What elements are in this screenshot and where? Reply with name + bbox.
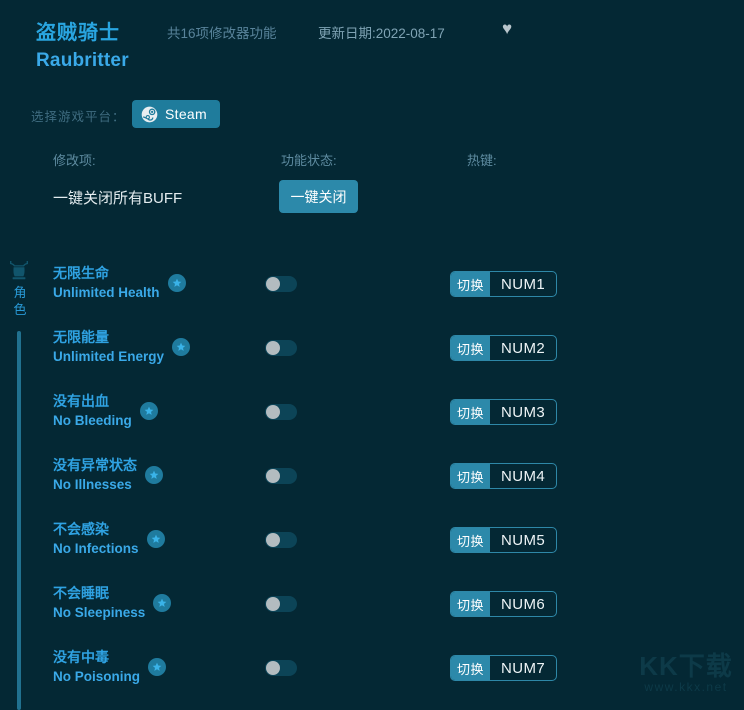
game-title-cn: 盗贼骑士 [36,22,120,44]
hotkey-key-label: NUM2 [501,339,546,357]
hotkey-key-label: NUM6 [501,595,546,613]
hotkey-action-label: 切换 [451,336,491,360]
cheat-toggle[interactable] [265,404,297,420]
hotkey-button[interactable]: 切换 NUM5 [450,527,558,553]
cheat-label-en: Unlimited Health [53,285,160,300]
cheat-label-group: 不会感染 No Infections [53,520,139,558]
hotkey-key-label: NUM3 [501,403,546,421]
cheat-label-cn: 没有异常状态 [53,457,137,473]
cheat-toggle[interactable] [265,532,297,548]
game-title-en: Raubritter [36,50,129,71]
toggle-knob [266,533,280,547]
column-header-hotkey: 热键: [467,153,497,168]
column-header-modify: 修改项: [53,153,96,168]
column-header-status: 功能状态: [281,153,337,168]
favorite-star-icon[interactable] [139,402,158,420]
cheat-label-cn: 不会感染 [53,521,109,537]
favorite-star-icon[interactable] [167,274,186,292]
favorite-star-icon[interactable] [172,338,191,356]
cheat-label-cn: 无限能量 [53,329,109,345]
table-row: 没有出血 No Bleeding 切换 NUM3 [0,383,744,447]
table-row: 不会感染 No Infections 切换 NUM5 [0,511,744,575]
steam-label: Steam [165,106,207,122]
disable-all-buffs-label: 一键关闭所有BUFF [53,190,183,207]
hotkey-key-label: NUM4 [501,467,546,485]
update-date: 更新日期:2022-08-17 [318,26,445,41]
platform-select-label: 选择游戏平台： [31,110,126,124]
table-row: 无限生命 Unlimited Health 切换 NUM1 [0,255,744,319]
hotkey-key-label: NUM5 [501,531,546,549]
hotkey-action-label: 切换 [451,464,491,488]
cheat-label-group: 不会睡眠 No Sleepiness [53,584,145,622]
toggle-knob [266,405,280,419]
cheat-label-cn: 不会睡眠 [53,585,109,601]
table-row: 没有异常状态 No Illnesses 切换 NUM4 [0,447,744,511]
heart-icon[interactable]: ♥ [498,20,516,38]
cheat-toggle[interactable] [265,660,297,676]
app-header: 盗贼骑士 Raubritter 共16项修改器功能 更新日期:2022-08-1… [0,0,744,88]
hotkey-key-label: NUM1 [501,275,546,293]
cheat-toggle[interactable] [265,596,297,612]
hotkey-action-label: 切换 [451,528,491,552]
cheat-label-en: Unlimited Energy [53,349,165,364]
cheat-label-cn: 没有出血 [53,393,109,409]
hotkey-button[interactable]: 切换 NUM1 [450,271,558,297]
cheat-toggle[interactable] [265,468,297,484]
hotkey-action-label: 切换 [451,592,491,616]
favorite-star-icon[interactable] [153,594,172,612]
hotkey-button[interactable]: 切换 NUM2 [450,335,558,361]
cheat-label-en: No Infections [53,541,139,556]
toggle-knob [266,277,280,291]
table-row: 无限能量 Unlimited Energy 切换 NUM2 [0,319,744,383]
favorite-star-icon[interactable] [145,466,163,484]
toggle-knob [266,597,280,611]
cheat-label-en: No Bleeding [53,413,132,428]
disable-all-buffs-button[interactable]: 一键关闭 [279,180,358,213]
table-row: 没有中毒 No Poisoning 切换 NUM7 [0,639,744,703]
hotkey-button[interactable]: 切换 NUM6 [450,591,558,617]
hotkey-button[interactable]: 切换 NUM3 [450,399,558,425]
cheat-label-group: 无限生命 Unlimited Health [53,264,160,302]
cheat-label-en: No Illnesses [53,477,132,492]
cheat-label-cn: 无限生命 [53,265,109,281]
cheat-label-group: 没有中毒 No Poisoning [53,648,140,686]
cheat-toggle[interactable] [265,276,297,292]
favorite-star-icon[interactable] [148,658,166,676]
cheat-label-en: No Sleepiness [53,605,146,620]
hotkey-key-label: NUM7 [501,659,546,677]
cheat-label-group: 没有异常状态 No Illnesses [53,456,137,494]
table-row: 不会睡眠 No Sleepiness 切换 NUM6 [0,575,744,639]
cheat-label-group: 无限能量 Unlimited Energy [53,328,164,366]
cheat-label-cn: 没有中毒 [53,649,109,665]
hotkey-button[interactable]: 切换 NUM4 [450,463,558,489]
platform-steam-button[interactable]: Steam [132,100,220,128]
trainer-feature-count: 共16项修改器功能 [167,26,277,41]
toggle-knob [266,469,280,483]
cheat-toggle[interactable] [265,340,297,356]
cheat-label-en: No Poisoning [53,669,140,684]
favorite-star-icon[interactable] [146,530,165,548]
steam-icon [141,106,158,123]
hotkey-action-label: 切换 [451,400,491,424]
toggle-knob [266,661,280,675]
toggle-knob [266,341,280,355]
cheat-label-group: 没有出血 No Bleeding [53,392,132,430]
hotkey-action-label: 切换 [451,272,491,296]
hotkey-action-label: 切换 [451,656,491,680]
hotkey-button[interactable]: 切换 NUM7 [450,655,558,681]
